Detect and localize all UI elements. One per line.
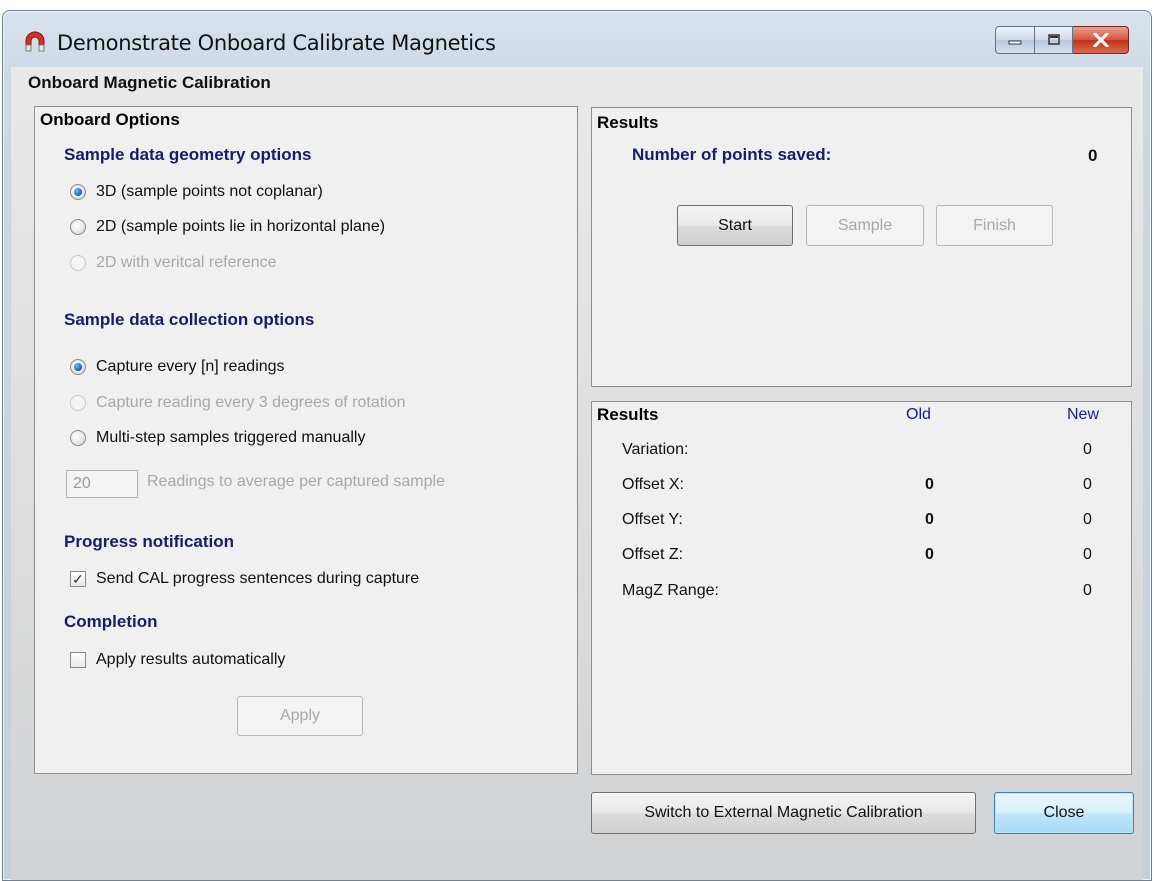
- radio-3d[interactable]: 3D (sample points not coplanar): [70, 183, 323, 201]
- start-button[interactable]: Start: [677, 205, 793, 246]
- radio-indicator: [70, 255, 86, 271]
- close-icon: [1092, 33, 1109, 47]
- caption-buttons: [995, 26, 1129, 54]
- checkmark-icon: ✓: [70, 571, 86, 587]
- apply-automatically-checkbox[interactable]: Apply results automatically: [70, 651, 285, 669]
- close-button[interactable]: Close: [994, 792, 1134, 834]
- radio-2d-label: 2D (sample points lie in horizontal plan…: [96, 218, 386, 235]
- results-title: Results: [597, 113, 659, 132]
- progress-notification-title: Progress notification: [64, 532, 235, 551]
- radio-indicator: [70, 219, 86, 235]
- offset-z-new-value: 0: [1083, 546, 1092, 563]
- magnet-icon: [25, 31, 45, 52]
- points-saved-value: 0: [1088, 146, 1098, 165]
- readings-label: Readings to average per captured sample: [147, 473, 445, 490]
- radio-multi-step[interactable]: Multi-step samples triggered manually: [70, 429, 365, 447]
- magz-range-new-value: 0: [1083, 582, 1092, 599]
- variation-label: Variation:: [622, 441, 689, 458]
- column-header-new: New: [1067, 406, 1100, 423]
- window-title: Demonstrate Onboard Calibrate Magnetics: [57, 31, 496, 55]
- readings-input[interactable]: 20: [66, 470, 138, 498]
- radio-2d[interactable]: 2D (sample points lie in horizontal plan…: [70, 218, 385, 236]
- finish-button[interactable]: Finish: [936, 205, 1053, 246]
- page-title: Onboard Magnetic Calibration: [28, 73, 271, 92]
- switch-external-calibration-button[interactable]: Switch to External Magnetic Calibration: [591, 792, 976, 834]
- offset-x-old-value: 0: [925, 476, 934, 493]
- radio-capture-rotation[interactable]: Capture reading every 3 degrees of rotat…: [70, 394, 406, 412]
- sample-button[interactable]: Sample: [806, 205, 924, 246]
- maximize-button[interactable]: [1035, 26, 1073, 54]
- offset-x-new-value: 0: [1083, 476, 1092, 493]
- radio-indicator: [70, 395, 86, 411]
- title-bar: Demonstrate Onboard Calibrate Magnetics: [3, 11, 1151, 67]
- send-cal-progress-label: Send CAL progress sentences during captu…: [96, 570, 420, 587]
- radio-2d-vertical-label: 2D with veritcal reference: [96, 254, 277, 271]
- offset-y-old-value: 0: [925, 511, 934, 528]
- minimize-icon: [1008, 40, 1022, 45]
- apply-automatically-label: Apply results automatically: [96, 651, 286, 668]
- radio-indicator: [70, 430, 86, 446]
- send-cal-progress-checkbox[interactable]: ✓ Send CAL progress sentences during cap…: [70, 570, 419, 588]
- offset-z-old-value: 0: [925, 546, 934, 563]
- onboard-options-title: Onboard Options: [40, 110, 180, 129]
- points-saved-label: Number of points saved:: [632, 145, 832, 164]
- geometry-options-title: Sample data geometry options: [64, 145, 312, 164]
- variation-new-value: 0: [1083, 441, 1092, 458]
- minimize-button[interactable]: [995, 26, 1035, 54]
- magz-range-label: MagZ Range:: [622, 582, 719, 599]
- apply-button[interactable]: Apply: [237, 696, 363, 736]
- radio-multi-step-label: Multi-step samples triggered manually: [96, 429, 366, 446]
- offset-x-label: Offset X:: [622, 476, 684, 493]
- completion-title: Completion: [64, 612, 158, 631]
- maximize-icon: [1047, 34, 1060, 45]
- radio-indicator: [70, 184, 86, 200]
- offset-y-label: Offset Y:: [622, 511, 683, 528]
- offset-z-label: Offset Z:: [622, 546, 684, 563]
- radio-3d-label: 3D (sample points not coplanar): [96, 183, 323, 200]
- offset-y-new-value: 0: [1083, 511, 1092, 528]
- radio-indicator: [70, 359, 86, 375]
- radio-capture-every-n-label: Capture every [n] readings: [96, 358, 285, 375]
- close-window-button[interactable]: [1073, 26, 1129, 54]
- radio-capture-rotation-label: Capture reading every 3 degrees of rotat…: [96, 394, 406, 411]
- column-header-old: Old: [906, 406, 931, 423]
- checkbox-box: [70, 652, 86, 668]
- results-table-title: Results: [597, 405, 659, 424]
- radio-2d-vertical-reference[interactable]: 2D with veritcal reference: [70, 254, 277, 272]
- collection-options-title: Sample data collection options: [64, 310, 315, 329]
- radio-capture-every-n[interactable]: Capture every [n] readings: [70, 358, 285, 376]
